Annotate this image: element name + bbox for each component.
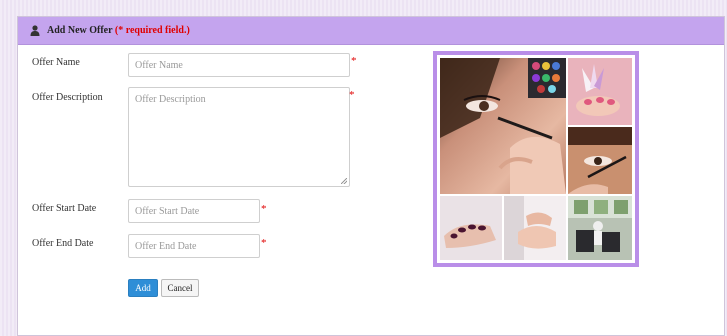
required-field-note: (* required field.) bbox=[114, 25, 190, 36]
panel-header: Add New Offer (* required field.) bbox=[18, 17, 724, 45]
offer-start-date-input[interactable] bbox=[128, 199, 260, 223]
manicure-photo bbox=[440, 196, 502, 260]
header-title-text: Add New Offer bbox=[47, 25, 113, 36]
eyeliner-application-photo bbox=[568, 127, 632, 194]
offer-start-date-required-mark: * bbox=[261, 203, 267, 215]
offer-name-label: Offer Name bbox=[32, 57, 80, 68]
offer-start-date-label: Offer Start Date bbox=[32, 203, 97, 214]
eye-makeup-photo bbox=[440, 58, 566, 194]
offer-description-textarea[interactable] bbox=[128, 87, 350, 187]
add-button[interactable]: Add bbox=[128, 279, 158, 297]
hand-care-photo bbox=[504, 196, 566, 260]
salon-interior-photo bbox=[568, 196, 632, 260]
user-icon bbox=[30, 25, 40, 36]
nail-polish-photo bbox=[568, 58, 632, 125]
resize-handle-icon[interactable] bbox=[341, 178, 347, 184]
offer-end-date-input[interactable] bbox=[128, 234, 260, 258]
photo-collage bbox=[440, 58, 632, 260]
header-title: Add New Offer (* required field.) bbox=[47, 25, 190, 36]
offer-name-input[interactable] bbox=[128, 53, 350, 77]
add-offer-panel: Add New Offer (* required field.) Offer … bbox=[17, 16, 725, 336]
offer-image-frame bbox=[433, 51, 639, 267]
offer-end-date-required-mark: * bbox=[261, 237, 267, 249]
photo-bottom-row bbox=[440, 196, 632, 260]
offer-description-label: Offer Description bbox=[32, 92, 103, 103]
offer-end-date-label: Offer End Date bbox=[32, 238, 94, 249]
cancel-button[interactable]: Cancel bbox=[161, 279, 199, 297]
offer-name-required-mark: * bbox=[351, 55, 357, 67]
offer-description-required-mark: * bbox=[349, 89, 355, 101]
